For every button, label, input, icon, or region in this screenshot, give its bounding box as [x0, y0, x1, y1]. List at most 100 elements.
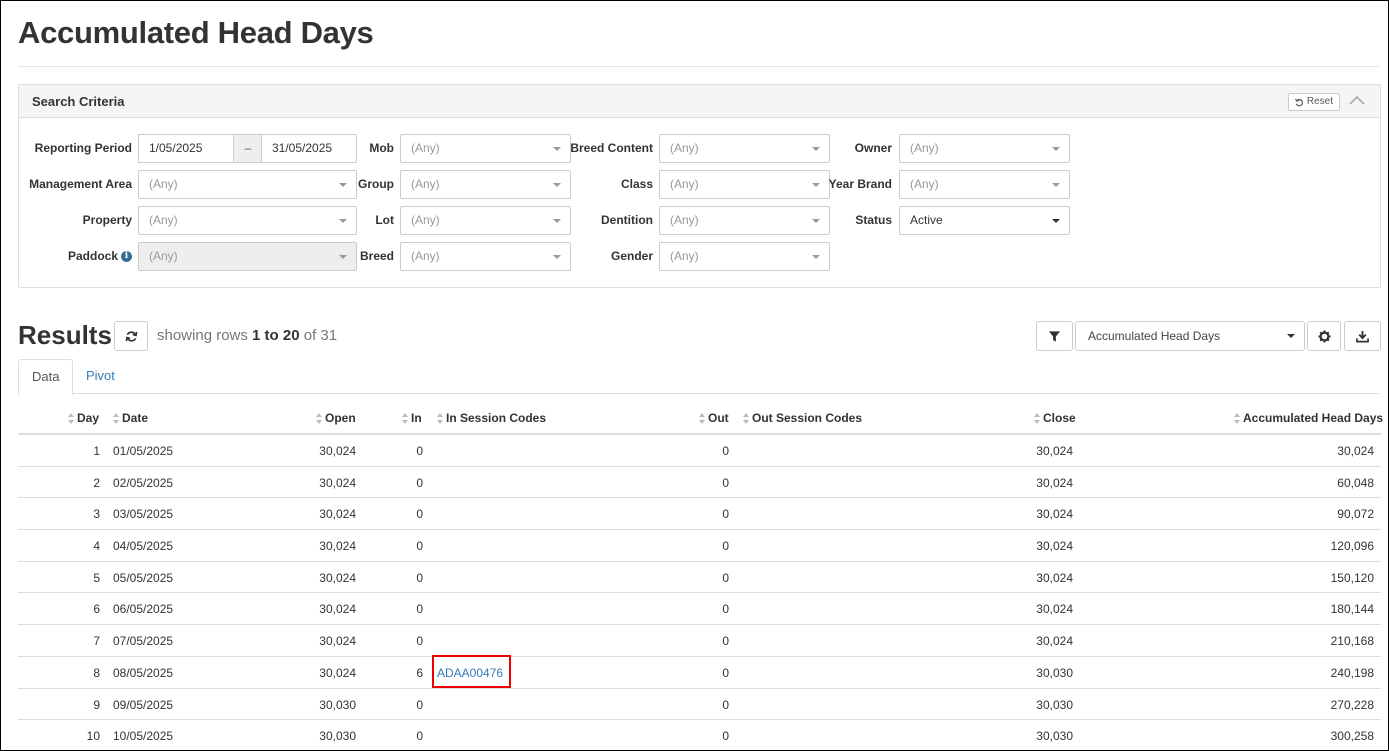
gender-value: (Any): [670, 249, 699, 263]
cell-accumulated-head-days: 120,096: [1330, 539, 1374, 554]
column-header-open[interactable]: Open: [316, 411, 356, 425]
cell-date: 04/05/2025: [113, 539, 174, 554]
caret-down-icon: [553, 255, 561, 259]
session-code-link[interactable]: ADAA00476: [437, 666, 503, 680]
paddock-label: Paddock: [67, 249, 118, 263]
refresh-button[interactable]: [114, 321, 148, 351]
cell-close: 30,024: [1036, 570, 1073, 585]
class-value: (Any): [670, 177, 699, 191]
search-criteria-header[interactable]: Search Criteria Reset: [19, 85, 1380, 118]
caret-down-icon: [1052, 219, 1060, 223]
cell-date: 05/05/2025: [113, 570, 174, 585]
cell-open: 30,030: [319, 697, 356, 712]
cell-open: 30,024: [319, 444, 356, 458]
year-brand-select[interactable]: (Any): [899, 170, 1070, 199]
column-header-accumulated-head-days[interactable]: Accumulated Head Days: [1234, 411, 1383, 425]
reporting-period-from-input[interactable]: 1/05/2025: [138, 134, 234, 163]
table-row: 6 06/05/2025 30,024 0 0 30,024 180,144: [18, 593, 1381, 626]
column-header-out-session-codes[interactable]: Out Session Codes: [743, 411, 862, 425]
settings-button[interactable]: [1307, 321, 1341, 351]
report-view-select[interactable]: Accumulated Head Days: [1075, 321, 1305, 351]
cell-close: 30,024: [1036, 507, 1073, 522]
column-header-date[interactable]: Date: [113, 411, 148, 425]
chevron-up-icon[interactable]: [1348, 92, 1366, 110]
sort-icon: [699, 412, 706, 424]
group-select[interactable]: (Any): [400, 170, 571, 199]
table-body: 1 01/05/2025 30,024 0 0 30,024 30,024 2 02/05/20…: [18, 435, 1381, 750]
tab-pivot[interactable]: Pivot: [73, 359, 128, 395]
mob-select[interactable]: (Any): [400, 134, 571, 163]
management-area-value: (Any): [149, 177, 178, 191]
year-brand-value: (Any): [910, 177, 939, 191]
cell-accumulated-head-days: 240,198: [1330, 665, 1374, 680]
table-row: 4 04/05/2025 30,024 0 0 30,024 120,096: [18, 530, 1381, 562]
table-row: 8 08/05/2025 30,024 6 ADAA00476 0 30,030 240,19…: [18, 657, 1381, 689]
cell-in: 0: [416, 697, 423, 712]
status-select[interactable]: Active: [899, 206, 1070, 235]
sort-icon: [1234, 412, 1241, 424]
cell-open: 30,024: [319, 570, 356, 585]
cell-day: 1: [93, 444, 100, 458]
info-icon[interactable]: i: [121, 251, 132, 263]
paddock-label-group: Paddock i: [19, 242, 132, 270]
cell-accumulated-head-days: 300,258: [1330, 729, 1374, 744]
column-header-in-session-codes[interactable]: In Session Codes: [437, 411, 546, 425]
app-frame: Accumulated Head Days Search Criteria Re…: [0, 0, 1389, 751]
cell-accumulated-head-days: 180,144: [1330, 602, 1374, 617]
gender-label: Gender: [610, 249, 653, 263]
cell-out: 0: [722, 665, 729, 680]
cell-date: 02/05/2025: [113, 475, 174, 490]
management-area-select[interactable]: (Any): [138, 170, 357, 199]
cell-open: 30,024: [319, 665, 356, 680]
property-select[interactable]: (Any): [138, 206, 357, 235]
rows-summary: showing rows 1 to 20 of 31: [157, 327, 337, 344]
caret-down-icon: [812, 255, 820, 259]
dentition-value: (Any): [670, 213, 699, 227]
management-area-label: Management Area: [29, 177, 132, 191]
cell-accumulated-head-days: 210,168: [1330, 634, 1374, 649]
owner-select[interactable]: (Any): [899, 134, 1070, 163]
breed-content-value: (Any): [670, 141, 699, 155]
breed-value: (Any): [411, 249, 440, 263]
tab-data[interactable]: Data: [18, 359, 74, 395]
dentition-label: Dentition: [601, 213, 653, 227]
cell-in: 6: [416, 665, 423, 680]
cell-open: 30,024: [319, 539, 356, 554]
reporting-period-to-input[interactable]: 31/05/2025: [261, 134, 357, 163]
cell-accumulated-head-days: 30,024: [1337, 444, 1374, 458]
caret-down-icon: [553, 183, 561, 187]
breed-select[interactable]: (Any): [400, 242, 571, 271]
filter-button[interactable]: [1036, 321, 1073, 351]
cell-out: 0: [722, 602, 729, 617]
owner-value: (Any): [910, 141, 939, 155]
cell-out: 0: [722, 634, 729, 649]
sort-icon: [68, 412, 75, 424]
cell-date: 10/05/2025: [113, 729, 174, 744]
column-header-in[interactable]: In: [402, 411, 422, 425]
cell-close: 30,030: [1036, 729, 1073, 744]
lot-select[interactable]: (Any): [400, 206, 571, 235]
reset-button[interactable]: Reset: [1287, 93, 1340, 111]
cell-open: 30,024: [319, 634, 356, 649]
breed-content-select[interactable]: (Any): [659, 134, 830, 163]
column-header-close[interactable]: Close: [1034, 411, 1076, 425]
breed-content-label: Breed Content: [570, 141, 653, 155]
paddock-select: (Any): [138, 242, 357, 271]
cell-day: 6: [93, 602, 100, 617]
cell-day: 10: [86, 729, 100, 744]
caret-down-icon: [1052, 147, 1060, 151]
cell-open: 30,024: [319, 475, 356, 490]
cell-day: 3: [93, 507, 100, 522]
class-select[interactable]: (Any): [659, 170, 830, 199]
page-title: Accumulated Head Days: [18, 15, 374, 50]
cell-accumulated-head-days: 60,048: [1337, 475, 1374, 490]
sort-icon: [113, 412, 120, 424]
column-header-day[interactable]: Day: [68, 411, 99, 425]
mob-value: (Any): [411, 141, 440, 155]
sort-icon: [316, 412, 323, 424]
table-row: 2 02/05/2025 30,024 0 0 30,024 60,048: [18, 467, 1381, 499]
dentition-select[interactable]: (Any): [659, 206, 830, 235]
download-button[interactable]: [1344, 321, 1381, 351]
gender-select[interactable]: (Any): [659, 242, 830, 271]
column-header-out[interactable]: Out: [699, 411, 729, 425]
